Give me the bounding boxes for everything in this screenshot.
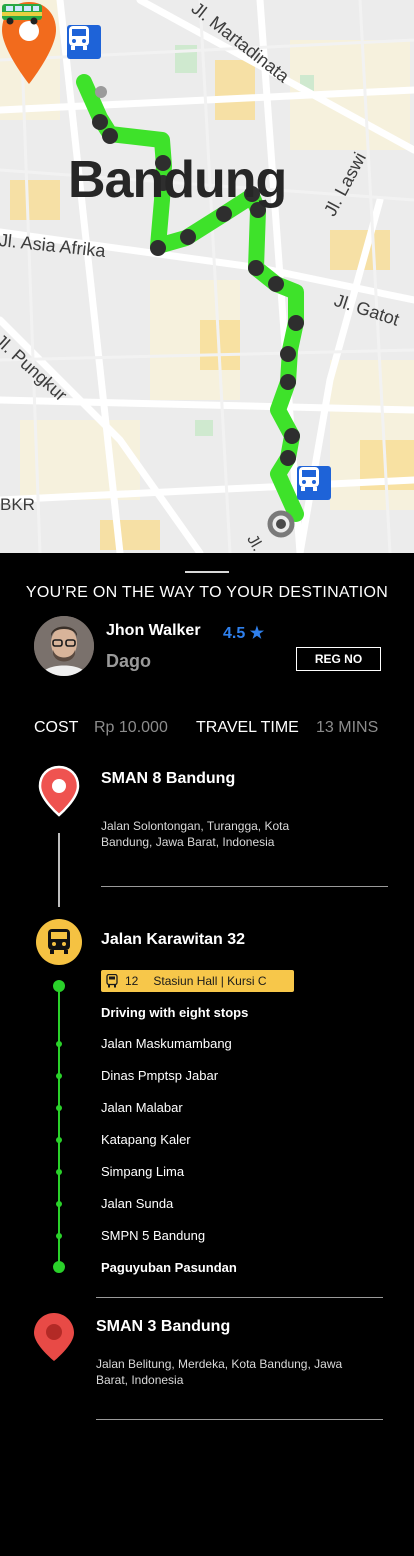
stop-dot [56, 1137, 62, 1143]
bus-stop-marker-end[interactable] [297, 466, 331, 500]
map-canvas [0, 0, 414, 553]
divider [96, 1419, 383, 1420]
travel-time-value: 13 MINS [316, 719, 379, 736]
driver-rating: 4.5 ★ [223, 625, 265, 642]
intermediate-stop[interactable]: Jalan Maskumambang [101, 1036, 232, 1051]
intermediate-stop[interactable]: Jalan Sunda [101, 1196, 173, 1211]
transit-bus-badge [36, 919, 82, 965]
trip-sheet: YOU’RE ON THE WAY TO YOUR DESTINATION Jh… [0, 553, 414, 1556]
origin-address: Jalan Solontongan, Turangga, Kota Bandun… [101, 819, 290, 849]
bus-icon [48, 929, 70, 954]
cost-value: Rp 10.000 [94, 719, 168, 736]
driver-name: Jhon Walker [106, 622, 201, 639]
bus-stop-marker-start[interactable] [67, 25, 101, 59]
divider [96, 1297, 383, 1298]
travel-time-label: TRAVEL TIME [196, 719, 299, 736]
divider [101, 886, 388, 887]
origin-pin-icon [38, 765, 80, 817]
driver-avatar[interactable] [34, 616, 94, 676]
route-start-dot [53, 980, 65, 992]
stop-dot [56, 1233, 62, 1239]
drag-handle[interactable] [185, 571, 229, 573]
cost-label: COST [34, 719, 79, 736]
destination-title[interactable]: SMAN 3 Bandung [96, 1318, 230, 1336]
destination-pin-icon [34, 1313, 74, 1361]
intermediate-stop[interactable]: Simpang Lima [101, 1164, 184, 1179]
route-end-dot [53, 1261, 65, 1273]
bus-icon [299, 467, 319, 491]
trip-status-title: YOU’RE ON THE WAY TO YOUR DESTINATION [25, 584, 389, 601]
stop-dot [56, 1201, 62, 1207]
stop-dot [56, 1105, 62, 1111]
walk-connector-line [58, 833, 60, 907]
destination-address: Jalan Belitung, Merdeka, Kota Bandung, J… [96, 1357, 343, 1387]
driver-photo [34, 616, 94, 676]
stop-dot [56, 1041, 62, 1047]
intermediate-stop[interactable]: Katapang Kaler [101, 1132, 191, 1147]
final-stop[interactable]: Paguyuban Pasundan [101, 1260, 237, 1275]
reg-no-button[interactable]: REG NO [296, 647, 381, 671]
driver-area: Dago [106, 651, 151, 671]
angkot-vehicle-icon[interactable] [0, 0, 44, 26]
bus-icon [106, 974, 118, 988]
route-map[interactable]: Bandung Jl. Asia Afrika Jl. Laswi Jl. Ga… [0, 0, 414, 553]
origin-title[interactable]: SMAN 8 Bandung [101, 770, 235, 788]
route-badge[interactable]: 12 Stasiun Hall | Kursi C [101, 970, 294, 992]
bus-icon [69, 26, 89, 50]
transit-summary: Driving with eight stops [101, 1005, 249, 1020]
intermediate-stop[interactable]: SMPN 5 Bandung [101, 1228, 205, 1243]
stop-dot [56, 1169, 62, 1175]
transit-route-line [58, 986, 60, 1269]
route-number: 12 [125, 974, 139, 988]
route-description: Stasiun Hall | Kursi C [153, 974, 267, 988]
stop-dot [56, 1073, 62, 1079]
street-label-bkr: BKR [0, 495, 35, 514]
intermediate-stop[interactable]: Jalan Malabar [101, 1100, 183, 1115]
map-city-label: Bandung [68, 151, 287, 209]
intermediate-stop[interactable]: Dinas Pmptsp Jabar [101, 1068, 218, 1083]
transit-title[interactable]: Jalan Karawitan 32 [101, 931, 245, 949]
